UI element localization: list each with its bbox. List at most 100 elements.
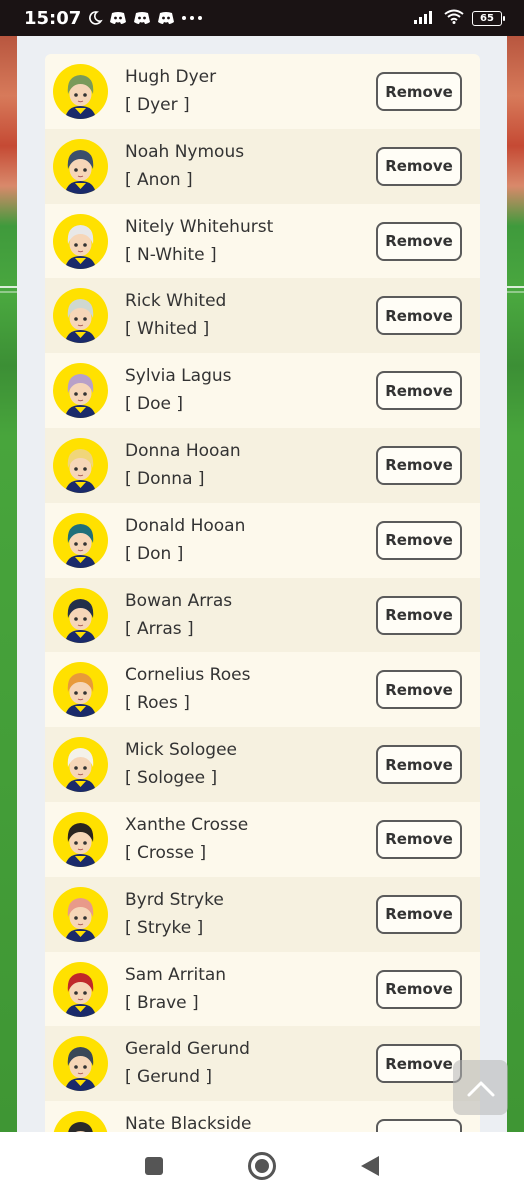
player-name: Xanthe Crosse: [125, 814, 249, 835]
remove-button[interactable]: Remove: [376, 745, 462, 785]
player-avatar: [53, 737, 108, 793]
player-nickname: [ Sologee ]: [125, 768, 218, 789]
player-names: Hugh Dyer [ Dyer ]: [125, 65, 216, 117]
player-names: Xanthe Crosse [ Crosse ]: [125, 813, 248, 865]
player-row: Nitely Whitehurst [ N-White ] Remove: [45, 203, 480, 279]
player-names: Rick Whited [ Whited ]: [125, 289, 226, 341]
player-row: Sylvia Lagus [ Doe ] Remove: [45, 353, 480, 428]
player-names: Noah Nymous [ Anon ]: [125, 140, 244, 192]
player-row: Donald Hooan [ Don ] Remove: [45, 502, 480, 578]
remove-button[interactable]: Remove: [376, 520, 462, 560]
player-row: Byrd Stryke [ Stryke ] Remove: [45, 876, 480, 952]
signal-icon: [414, 9, 436, 28]
player-names: Nate Blackside: [125, 1112, 252, 1132]
player-avatar: [53, 64, 108, 119]
player-row: Xanthe Crosse [ Crosse ] Remove: [45, 801, 480, 877]
player-avatar: [53, 363, 108, 419]
player-avatar: [53, 587, 108, 643]
player-row: Donna Hooan [ Donna ] Remove: [45, 427, 480, 503]
player-nickname: [ Doe ]: [125, 394, 184, 415]
wifi-icon: [444, 9, 464, 28]
player-avatar: [53, 811, 108, 867]
square-icon: [145, 1157, 163, 1175]
player-nickname: [ Gerund ]: [125, 1067, 213, 1088]
moon-icon: [87, 10, 103, 26]
player-name: Gerald Gerund: [125, 1039, 250, 1060]
status-time: 15:07: [24, 7, 82, 29]
player-row: Mick Sologee [ Sologee ] Remove: [45, 727, 480, 802]
player-name: Cornelius Roes: [125, 665, 251, 686]
remove-button[interactable]: Remove: [376, 371, 462, 411]
remove-button[interactable]: Remove: [376, 296, 462, 336]
remove-button[interactable]: Remove: [376, 445, 462, 485]
back-triangle-icon: [361, 1156, 379, 1176]
player-names: Byrd Stryke [ Stryke ]: [125, 888, 224, 940]
player-row: Cornelius Roes [ Roes ] Remove: [45, 652, 480, 728]
player-names: Gerald Gerund [ Gerund ]: [125, 1037, 250, 1089]
player-name: Sam Arritan: [125, 964, 227, 985]
remove-button[interactable]: Remove: [376, 670, 462, 710]
scroll-to-top-button[interactable]: [453, 1060, 508, 1115]
player-name: Donald Hooan: [125, 515, 246, 536]
remove-button[interactable]: Remove: [376, 969, 462, 1009]
player-row: Rick Whited [ Whited ] Remove: [45, 278, 480, 354]
player-names: Mick Sologee [ Sologee ]: [125, 738, 237, 790]
player-name: Bowan Arras: [125, 590, 233, 611]
player-name: Noah Nymous: [125, 141, 245, 162]
player-nickname: [ Donna ]: [125, 468, 205, 489]
player-avatar: [53, 512, 108, 568]
remove-button[interactable]: Remove: [376, 1119, 462, 1132]
remove-button[interactable]: Remove: [376, 595, 462, 635]
player-names: Bowan Arras [ Arras ]: [125, 589, 232, 641]
battery-icon: 65: [472, 10, 505, 26]
player-avatar: [53, 288, 108, 344]
system-nav-bar: [0, 1132, 524, 1200]
chevron-up-icon: [467, 1081, 494, 1096]
player-name: Rick Whited: [125, 291, 227, 312]
player-avatar: [53, 662, 108, 718]
player-list[interactable]: Hugh Dyer [ Dyer ] Remove Noah Nymous [ Anon…: [45, 54, 480, 1132]
remove-button[interactable]: Remove: [376, 1044, 462, 1084]
player-name: Donna Hooan: [125, 440, 241, 461]
home-button[interactable]: [242, 1146, 282, 1186]
player-nickname: [ Don ]: [125, 543, 184, 564]
player-avatar: [53, 1036, 108, 1092]
player-row: Bowan Arras [ Arras ] Remove: [45, 577, 480, 653]
player-nickname: [ Brave ]: [125, 992, 199, 1013]
player-nickname: [ N-White ]: [125, 244, 217, 265]
remove-button[interactable]: Remove: [376, 146, 462, 186]
player-name: Byrd Stryke: [125, 889, 224, 910]
player-row: Nate Blackside Remove: [45, 1101, 480, 1132]
discord-icon: [109, 11, 127, 25]
player-names: Donna Hooan [ Donna ]: [125, 439, 241, 491]
player-avatar: [53, 1111, 108, 1132]
player-row: Gerald Gerund [ Gerund ] Remove: [45, 1026, 480, 1102]
player-names: Nitely Whitehurst [ N-White ]: [125, 215, 273, 267]
player-row: Noah Nymous [ Anon ] Remove: [45, 128, 480, 204]
remove-button[interactable]: Remove: [376, 72, 462, 111]
player-name: Mick Sologee: [125, 740, 238, 761]
player-avatar: [53, 138, 108, 194]
discord-icon: [157, 11, 175, 25]
player-nickname: [ Crosse ]: [125, 842, 207, 863]
player-name: Sylvia Lagus: [125, 366, 232, 387]
remove-button[interactable]: Remove: [376, 221, 462, 261]
player-row: Hugh Dyer [ Dyer ] Remove: [45, 54, 480, 129]
player-names: Donald Hooan [ Don ]: [125, 514, 245, 566]
status-bar: 15:07 65: [0, 0, 524, 36]
player-nickname: [ Arras ]: [125, 618, 194, 639]
more-dots-icon: [181, 15, 203, 21]
remove-button[interactable]: Remove: [376, 819, 462, 859]
home-circle-icon: [248, 1152, 276, 1180]
player-names: Sylvia Lagus [ Doe ]: [125, 364, 232, 416]
back-button[interactable]: [350, 1146, 390, 1186]
remove-button[interactable]: Remove: [376, 894, 462, 934]
player-avatar: [53, 437, 108, 493]
player-row: Sam Arritan [ Brave ] Remove: [45, 951, 480, 1027]
player-nickname: [ Anon ]: [125, 169, 193, 190]
recents-button[interactable]: [134, 1146, 174, 1186]
player-avatar: [53, 213, 108, 269]
player-names: Sam Arritan [ Brave ]: [125, 963, 226, 1015]
player-nickname: [ Stryke ]: [125, 917, 204, 938]
player-nickname: [ Dyer ]: [125, 95, 190, 115]
